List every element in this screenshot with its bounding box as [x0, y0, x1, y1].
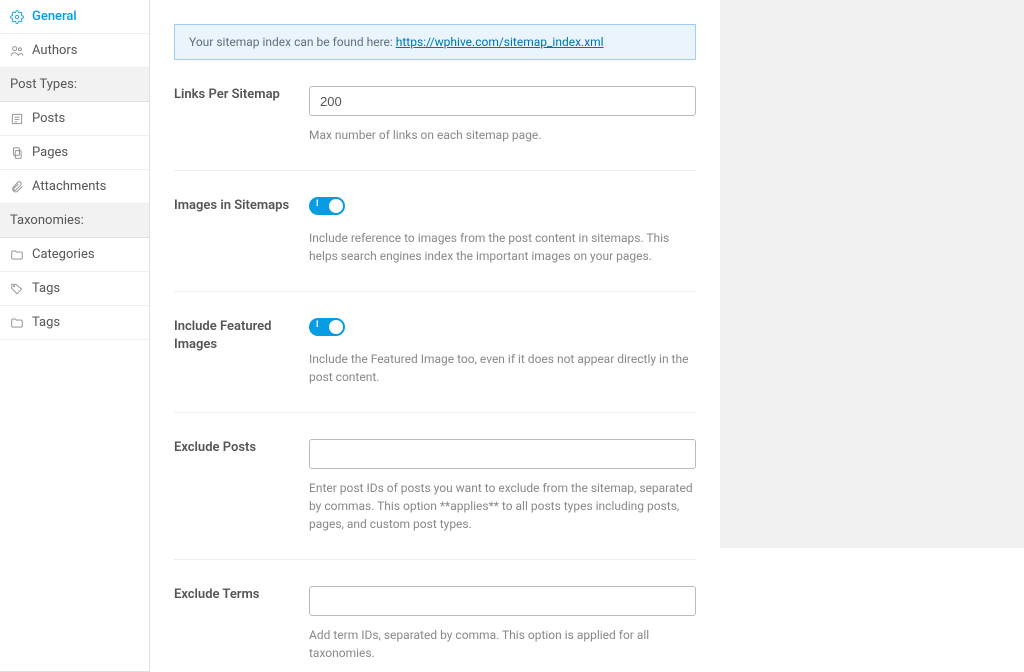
field-label: Links Per Sitemap	[174, 86, 309, 144]
sidebar-item-label: Authors	[32, 43, 78, 58]
field-label: Exclude Posts	[174, 439, 309, 533]
field-include-featured: Include Featured Images Include the Feat…	[174, 318, 696, 413]
field-exclude-terms: Exclude Terms Add term IDs, separated by…	[174, 586, 696, 672]
sidebar-item-label: Tags	[32, 315, 60, 330]
exclude-posts-input[interactable]	[309, 439, 696, 469]
posts-icon	[10, 112, 24, 126]
include-featured-toggle[interactable]	[309, 318, 345, 336]
sidebar-item-label: Attachments	[32, 179, 106, 194]
sitemap-notice: Your sitemap index can be found here: ht…	[174, 24, 696, 60]
field-desc: Enter post IDs of posts you want to excl…	[309, 479, 696, 533]
exclude-terms-input[interactable]	[309, 586, 696, 616]
tag-icon	[10, 282, 24, 296]
field-desc: Add term IDs, separated by comma. This o…	[309, 626, 696, 662]
gear-icon	[10, 10, 24, 24]
sidebar-item-label: Tags	[32, 281, 60, 296]
sidebar-group-post-types: Post Types:	[0, 68, 149, 102]
folder-icon	[10, 248, 24, 262]
sidebar-item-general[interactable]: General	[0, 0, 149, 34]
field-label: Images in Sitemaps	[174, 197, 309, 265]
field-desc: Include reference to images from the pos…	[309, 229, 696, 265]
sidebar-item-tags-2[interactable]: Tags	[0, 306, 149, 340]
authors-icon	[10, 44, 24, 58]
field-desc: Include the Featured Image too, even if …	[309, 350, 696, 386]
sidebar-item-pages[interactable]: Pages	[0, 136, 149, 170]
attachment-icon	[10, 180, 24, 194]
field-links-per-sitemap: Links Per Sitemap Max number of links on…	[174, 86, 696, 171]
pages-icon	[10, 146, 24, 160]
field-images-in-sitemaps: Images in Sitemaps Include reference to …	[174, 197, 696, 292]
notice-text: Your sitemap index can be found here:	[189, 35, 396, 49]
main-content: Your sitemap index can be found here: ht…	[150, 0, 720, 672]
sidebar-item-label: Categories	[32, 247, 95, 262]
sidebar-item-label: General	[32, 9, 77, 24]
links-per-sitemap-input[interactable]	[309, 86, 696, 116]
sidebar-item-authors[interactable]: Authors	[0, 34, 149, 68]
settings-sidebar: General Authors Post Types: Posts Pages	[0, 0, 150, 672]
sidebar-item-categories[interactable]: Categories	[0, 238, 149, 272]
right-gutter	[720, 0, 1024, 548]
sidebar-group-taxonomies: Taxonomies:	[0, 204, 149, 238]
sidebar-item-label: Posts	[32, 111, 65, 126]
sitemap-link[interactable]: https://wphive.com/sitemap_index.xml	[396, 35, 604, 49]
field-exclude-posts: Exclude Posts Enter post IDs of posts yo…	[174, 439, 696, 560]
sidebar-item-attachments[interactable]: Attachments	[0, 170, 149, 204]
sidebar-item-posts[interactable]: Posts	[0, 102, 149, 136]
field-desc: Max number of links on each sitemap page…	[309, 126, 696, 144]
sidebar-item-label: Pages	[32, 145, 68, 160]
field-label: Include Featured Images	[174, 318, 309, 386]
folder-icon	[10, 316, 24, 330]
sidebar-item-tags[interactable]: Tags	[0, 272, 149, 306]
field-label: Exclude Terms	[174, 586, 309, 662]
images-in-sitemaps-toggle[interactable]	[309, 197, 345, 215]
